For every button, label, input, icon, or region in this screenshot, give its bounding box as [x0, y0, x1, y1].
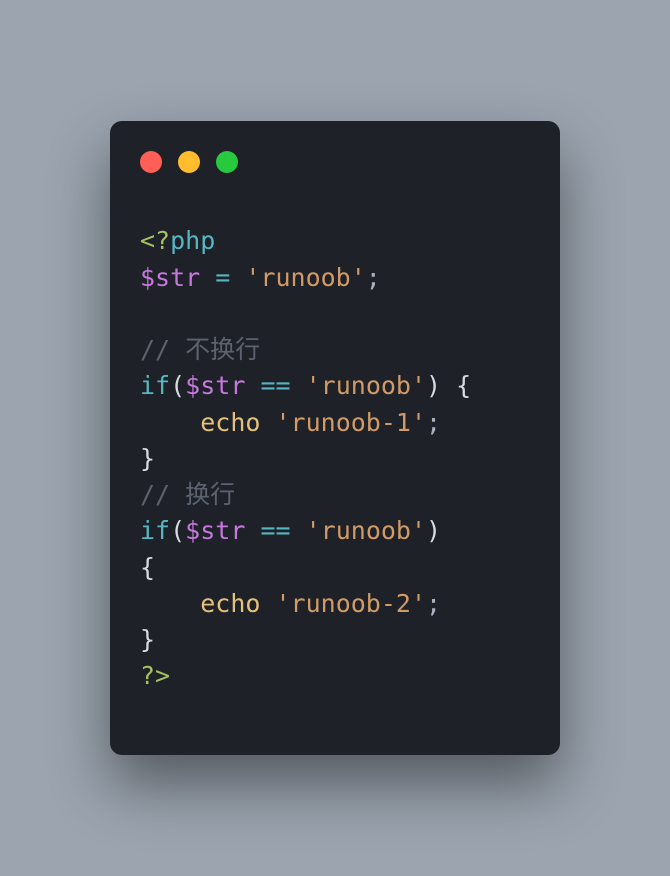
string-runoob: 'runoob' [245, 263, 365, 292]
variable-str: $str [185, 371, 245, 400]
assign-op: = [200, 263, 245, 292]
rparen: ) [426, 516, 441, 545]
space [441, 371, 456, 400]
php-close-tag: ?> [140, 661, 170, 690]
indent [140, 589, 200, 618]
traffic-lights [140, 151, 530, 173]
string-runoob-2: 'runoob-2' [276, 589, 427, 618]
comment-no-wrap: // 不换行 [140, 335, 260, 364]
php-open-tag-word: php [170, 226, 215, 255]
variable-str: $str [140, 263, 200, 292]
comment-wrap: // 换行 [140, 480, 235, 509]
if-keyword: if [140, 371, 170, 400]
php-open-tag-start: <? [140, 226, 170, 255]
eqeq-op: == [245, 516, 305, 545]
string-runoob: 'runoob' [306, 516, 426, 545]
space [260, 589, 275, 618]
lparen: ( [170, 371, 185, 400]
close-icon[interactable] [140, 151, 162, 173]
code-block: <?php $str = 'runoob'; // 不换行 if($str ==… [140, 223, 530, 694]
semicolon: ; [366, 263, 381, 292]
string-runoob-1: 'runoob-1' [276, 408, 427, 437]
rbrace: } [140, 444, 155, 473]
lbrace: { [456, 371, 471, 400]
if-keyword: if [140, 516, 170, 545]
eqeq-op: == [245, 371, 305, 400]
echo-keyword: echo [200, 589, 260, 618]
indent [140, 408, 200, 437]
lbrace: { [140, 553, 155, 582]
semicolon: ; [426, 408, 441, 437]
rbrace: } [140, 625, 155, 654]
variable-str: $str [185, 516, 245, 545]
minimize-icon[interactable] [178, 151, 200, 173]
echo-keyword: echo [200, 408, 260, 437]
string-runoob: 'runoob' [306, 371, 426, 400]
lparen: ( [170, 516, 185, 545]
semicolon: ; [426, 589, 441, 618]
rparen: ) [426, 371, 441, 400]
code-window: <?php $str = 'runoob'; // 不换行 if($str ==… [110, 121, 560, 754]
maximize-icon[interactable] [216, 151, 238, 173]
space [260, 408, 275, 437]
